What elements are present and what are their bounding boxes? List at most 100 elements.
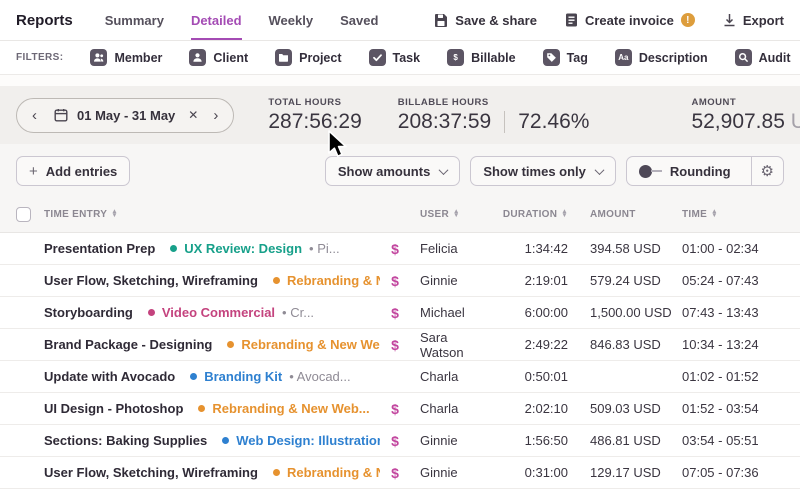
- entry-cell: Update with Avocado Branding Kit • Avoca…: [44, 369, 380, 384]
- member-icon: [90, 49, 107, 66]
- filter-project[interactable]: Project: [275, 49, 341, 66]
- project-label: Rebranding & New Web...: [287, 465, 380, 480]
- table-header: TIME ENTRY ▲▼ USER ▲▼ DURATION ▲▼ AMOUNT…: [0, 196, 800, 232]
- entry-cell: User Flow, Sketching, Wireframing Rebran…: [44, 465, 380, 480]
- table-row[interactable]: User Flow, Sketching, Wireframing Rebran…: [0, 265, 800, 297]
- user-cell: Ginnie: [410, 433, 494, 448]
- filter-description[interactable]: Aa Description: [615, 49, 708, 66]
- divider: [504, 111, 505, 133]
- column-time-entry[interactable]: TIME ENTRY ▲▼: [44, 209, 380, 220]
- calendar-icon: [54, 108, 68, 122]
- audit-icon: [735, 49, 752, 66]
- table-row[interactable]: Sections: Baking Supplies Web Design: Il…: [0, 425, 800, 457]
- entry-cell: User Flow, Sketching, Wireframing Rebran…: [44, 273, 380, 288]
- tab-detailed[interactable]: Detailed: [191, 0, 242, 40]
- export-icon: [723, 13, 736, 27]
- project-dot-icon: [273, 277, 280, 284]
- filter-billable[interactable]: $ Billable: [447, 49, 515, 66]
- table-row[interactable]: UI Design - Photoshop Rebranding & New W…: [0, 393, 800, 425]
- column-user[interactable]: USER ▲▼: [410, 209, 494, 220]
- amount-cell: 1,500.00 USD: [568, 306, 672, 320]
- duration-cell: 0:31:00: [494, 465, 568, 480]
- time-cell: 07:43 - 13:43: [672, 305, 784, 320]
- column-duration[interactable]: DURATION ▲▼: [494, 209, 568, 220]
- project-label: Branding Kit: [204, 369, 282, 384]
- column-amount[interactable]: AMOUNT: [568, 209, 672, 220]
- table-row[interactable]: User Flow, Sketching, Wireframing Rebran…: [0, 457, 800, 489]
- entry-cell: Brand Package - Designing Rebranding & N…: [44, 337, 380, 352]
- tab-weekly[interactable]: Weekly: [269, 0, 314, 40]
- description-icon: Aa: [615, 49, 632, 66]
- add-entries-button[interactable]: + Add entries: [16, 156, 130, 186]
- tab-saved[interactable]: Saved: [340, 0, 378, 40]
- amount-value: 52,907.85 USD: [691, 110, 800, 134]
- rounding-control: Rounding ⚙: [626, 156, 784, 186]
- time-cell: 07:05 - 07:36: [672, 465, 784, 480]
- time-cell: 01:52 - 03:54: [672, 401, 784, 416]
- billable-dollar-icon: $: [380, 337, 410, 353]
- duration-cell: 2:02:10: [494, 401, 568, 416]
- amount-cell: 579.24 USD: [568, 274, 672, 288]
- sort-icon: ▲▼: [111, 210, 118, 218]
- summary-band: ‹ 01 May - 31 May ✕ › TOTAL HOURS 287:56…: [0, 86, 800, 144]
- table-body: Presentation Prep UX Review: Design • Pi…: [0, 232, 800, 489]
- sort-icon: ▲▼: [711, 210, 718, 218]
- table-row[interactable]: Presentation Prep UX Review: Design • Pi…: [0, 233, 800, 265]
- duration-cell: 6:00:00: [494, 305, 568, 320]
- entry-cell: Presentation Prep UX Review: Design • Pi…: [44, 241, 380, 256]
- next-period-button[interactable]: ›: [211, 108, 220, 123]
- project-icon: [275, 49, 292, 66]
- filter-member[interactable]: Member: [90, 49, 162, 66]
- toggle-icon: [639, 165, 662, 178]
- filter-client[interactable]: Client: [189, 49, 248, 66]
- table-toolbar: + Add entries Show amounts Show times on…: [0, 144, 800, 196]
- entry-name: UI Design - Photoshop: [44, 401, 183, 416]
- project-dot-icon: [190, 373, 197, 380]
- prev-period-button[interactable]: ‹: [30, 108, 39, 123]
- filter-tag[interactable]: Tag: [543, 49, 588, 66]
- invoice-icon: [565, 13, 578, 27]
- amount-cell: 486.81 USD: [568, 434, 672, 448]
- date-range-picker[interactable]: ‹ 01 May - 31 May ✕ ›: [16, 98, 234, 133]
- save-share-button[interactable]: Save & share: [434, 13, 537, 28]
- filter-task[interactable]: Task: [369, 49, 421, 66]
- table-row[interactable]: Storyboarding Video Commercial • Cr... $…: [0, 297, 800, 329]
- total-hours-value: 287:56:29: [268, 110, 361, 134]
- filter-audit[interactable]: Audit: [735, 49, 791, 66]
- project-dot-icon: [170, 245, 177, 252]
- time-cell: 10:34 - 13:24: [672, 337, 784, 352]
- user-cell: Michael: [410, 305, 494, 320]
- entry-name: Update with Avocado: [44, 369, 175, 384]
- table-row[interactable]: Brand Package - Designing Rebranding & N…: [0, 329, 800, 361]
- project-label: UX Review: Design: [184, 241, 302, 256]
- user-cell: Felicia: [410, 241, 494, 256]
- user-cell: Charla: [410, 401, 494, 416]
- entry-cell: UI Design - Photoshop Rebranding & New W…: [44, 401, 380, 416]
- entry-name: User Flow, Sketching, Wireframing: [44, 273, 258, 288]
- sort-icon: ▲▼: [561, 210, 568, 218]
- client-icon: [189, 49, 206, 66]
- project-dot-icon: [198, 405, 205, 412]
- summary-stats: TOTAL HOURS 287:56:29 BILLABLE HOURS 208…: [268, 97, 800, 134]
- billable-dollar-icon: $: [380, 433, 410, 449]
- top-bar: Reports Summary Detailed Weekly Saved Sa…: [0, 0, 800, 41]
- show-amounts-dropdown[interactable]: Show amounts: [325, 156, 460, 186]
- gear-icon: ⚙: [761, 162, 774, 180]
- rounding-settings-button[interactable]: ⚙: [751, 157, 783, 185]
- entry-extra: • Pi...: [309, 241, 340, 256]
- plus-icon: +: [29, 164, 38, 179]
- table-row[interactable]: Update with Avocado Branding Kit • Avoca…: [0, 361, 800, 393]
- rounding-toggle[interactable]: Rounding: [627, 157, 743, 185]
- tab-summary[interactable]: Summary: [105, 0, 164, 40]
- export-button[interactable]: Export: [723, 13, 784, 28]
- column-time[interactable]: TIME ▲▼: [672, 209, 784, 220]
- select-all-checkbox[interactable]: [16, 207, 31, 222]
- show-times-dropdown[interactable]: Show times only: [470, 156, 616, 186]
- clear-date-icon[interactable]: ✕: [184, 108, 202, 122]
- project-dot-icon: [148, 309, 155, 316]
- entry-cell: Sections: Baking Supplies Web Design: Il…: [44, 433, 380, 448]
- create-invoice-button[interactable]: Create invoice !: [565, 13, 695, 28]
- user-cell: Ginnie: [410, 465, 494, 480]
- amount-stat: AMOUNT 52,907.85 USD: [691, 97, 800, 134]
- save-icon: [434, 13, 448, 27]
